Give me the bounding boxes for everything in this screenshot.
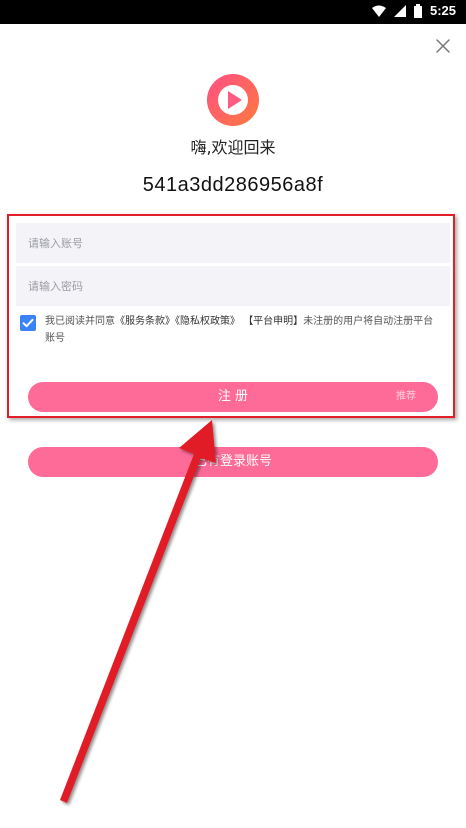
privacy-link[interactable]: 《隐私权政策》 (175, 316, 240, 327)
greeting-title: 嗨,欢迎回来 (190, 138, 276, 157)
play-logo-icon (207, 74, 259, 126)
agreement-checkbox[interactable] (20, 315, 36, 331)
device-id: 541a3dd286956a8f (142, 174, 324, 196)
close-button[interactable] (433, 36, 453, 56)
status-icons: 5:25 (371, 3, 456, 18)
checkmark-icon (22, 318, 34, 328)
password-input[interactable] (16, 266, 450, 306)
close-icon (436, 39, 450, 53)
register-button[interactable]: 注 册 推荐 (28, 382, 438, 412)
login-button[interactable]: 已有登录账号 (28, 447, 438, 477)
login-label: 已有登录账号 (193, 454, 272, 469)
agreement-prefix: 我已阅读并同意 (45, 316, 115, 327)
battery-icon (413, 3, 422, 18)
statement-link[interactable]: 【平台申明】 (243, 316, 303, 327)
wifi-icon (371, 5, 386, 17)
status-bar: 5:25 (0, 0, 466, 24)
app-logo (207, 74, 259, 126)
signal-icon (393, 4, 406, 17)
agreement-text: 我已阅读并同意《服务条款》《隐私权政策》 【平台申明】未注册的用户将自动注册平台… (45, 313, 440, 347)
register-label: 注 册 (217, 389, 249, 404)
account-input[interactable] (16, 223, 450, 263)
recommend-badge: 推荐 (396, 391, 416, 402)
terms-link[interactable]: 《服务条款》 (115, 316, 175, 327)
status-time: 5:25 (429, 3, 456, 18)
